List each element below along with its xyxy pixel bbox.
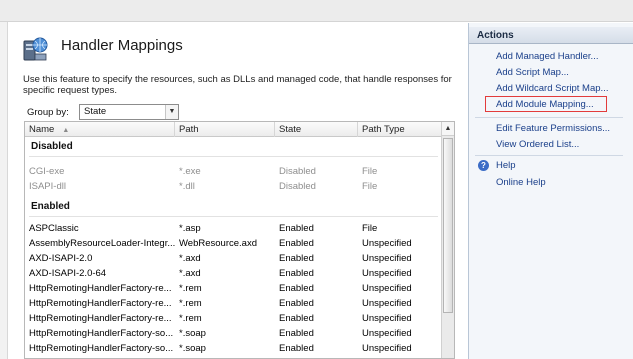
cell-path: *.dll xyxy=(179,181,195,192)
add-script-map-link[interactable]: Add Script Map... xyxy=(496,67,569,78)
view-ordered-list-link[interactable]: View Ordered List... xyxy=(496,139,579,150)
cell-name: HttpRemotingHandlerFactory-so... xyxy=(29,328,174,339)
cell-name: HttpRemotingHandlerFactory-re... xyxy=(29,298,172,309)
cell-path: *.soap xyxy=(179,343,206,354)
cell-path: *.exe xyxy=(179,166,201,177)
cell-name: CGI-exe xyxy=(29,166,65,177)
cell-path-type: File xyxy=(362,166,378,177)
actions-pane: Actions Add Managed Handler... Add Scrip… xyxy=(468,23,633,359)
cell-state: Enabled xyxy=(279,328,314,339)
add-wildcard-script-map-link[interactable]: Add Wildcard Script Map... xyxy=(496,83,608,94)
handler-mappings-grid: Name ▲ Path State Path Type Disabled CGI-… xyxy=(24,121,455,359)
table-row[interactable]: AssemblyResourceLoader-Integr... WebReso… xyxy=(25,236,442,251)
column-header-name[interactable]: Name ▲ xyxy=(25,122,175,137)
cell-path: WebResource.axd xyxy=(179,238,257,249)
cell-name: ISAPI-dll xyxy=(29,181,66,192)
grid-header: Name ▲ Path State Path Type xyxy=(25,122,442,137)
cell-name: ASPClassic xyxy=(29,223,79,234)
top-strip xyxy=(0,0,633,22)
cell-name: AssemblyResourceLoader-Integr... xyxy=(29,238,175,249)
cell-path-type: Unspecified xyxy=(362,238,412,249)
actions-separator xyxy=(475,155,623,156)
cell-state: Enabled xyxy=(279,223,314,234)
cell-state: Disabled xyxy=(279,181,316,192)
cell-state: Enabled xyxy=(279,313,314,324)
cell-name: HttpRemotingHandlerFactory-re... xyxy=(29,283,172,294)
cell-path-type: File xyxy=(362,181,378,192)
edit-feature-permissions-link[interactable]: Edit Feature Permissions... xyxy=(496,123,610,134)
scrollbar-thumb[interactable] xyxy=(443,138,453,313)
cell-path-type: Unspecified xyxy=(362,328,412,339)
cell-path-type: Unspecified xyxy=(362,268,412,279)
table-row[interactable]: AXD-ISAPI-2.0 *.axd Enabled Unspecified xyxy=(25,251,442,266)
iis-manager-window: Handler Mappings Use this feature to spe… xyxy=(0,0,633,359)
table-row[interactable]: HttpRemotingHandlerFactory-so... *.soap … xyxy=(25,326,442,341)
table-row[interactable]: HttpRemotingHandlerFactory-re... *.rem E… xyxy=(25,311,442,326)
cell-path-type: Unspecified xyxy=(362,343,412,354)
server-globe-icon xyxy=(21,35,49,63)
group-header-disabled[interactable]: Disabled xyxy=(25,137,442,157)
actions-header: Actions xyxy=(469,27,633,44)
cell-state: Enabled xyxy=(279,253,314,264)
group-divider xyxy=(29,156,438,157)
feature-pane: Handler Mappings Use this feature to spe… xyxy=(9,23,464,359)
page-description: Use this feature to specify the resource… xyxy=(23,74,452,96)
add-module-mapping-link[interactable]: Add Module Mapping... xyxy=(496,99,594,110)
cell-path-type: Unspecified xyxy=(362,313,412,324)
cell-name: AXD-ISAPI-2.0-64 xyxy=(29,268,107,279)
table-row[interactable]: ISAPI-dll *.dll Disabled File xyxy=(25,179,442,194)
table-row[interactable]: HttpRemotingHandlerFactory-so... *.soap … xyxy=(25,341,442,356)
group-by-value: State xyxy=(84,106,107,117)
group-divider xyxy=(29,216,438,217)
group-header-enabled[interactable]: Enabled xyxy=(25,197,442,217)
cell-path: *.rem xyxy=(179,283,202,294)
cell-state: Enabled xyxy=(279,343,314,354)
chevron-down-icon[interactable]: ▼ xyxy=(165,105,178,119)
cell-path-type: Unspecified xyxy=(362,298,412,309)
cell-path-type: Unspecified xyxy=(362,283,412,294)
cell-path-type: Unspecified xyxy=(362,253,412,264)
grid-body: Disabled CGI-exe *.exe Disabled File ISA… xyxy=(25,137,442,358)
cell-name: HttpRemotingHandlerFactory-so... xyxy=(29,343,174,354)
group-by-label: Group by: xyxy=(27,107,69,118)
group-by-select[interactable]: State ▼ xyxy=(79,104,179,120)
column-header-path[interactable]: Path xyxy=(175,122,275,137)
cell-path: *.rem xyxy=(179,298,202,309)
cell-state: Enabled xyxy=(279,298,314,309)
cell-name: HttpRemotingHandlerFactory-re... xyxy=(29,313,172,324)
page-title: Handler Mappings xyxy=(61,37,183,54)
actions-separator xyxy=(475,117,623,118)
cell-path: *.axd xyxy=(179,268,201,279)
cell-path: *.rem xyxy=(179,313,202,324)
cell-name: AXD-ISAPI-2.0 xyxy=(29,253,93,264)
scroll-up-arrow-icon[interactable]: ▲ xyxy=(442,122,454,136)
help-icon[interactable]: ? xyxy=(478,160,489,171)
cell-path: *.asp xyxy=(179,223,201,234)
cell-state: Enabled xyxy=(279,283,314,294)
vertical-scrollbar[interactable]: ▲ xyxy=(441,122,454,358)
cell-state: Disabled xyxy=(279,166,316,177)
table-row[interactable]: CGI-exe *.exe Disabled File xyxy=(25,164,442,179)
left-pane-edge xyxy=(0,22,8,359)
column-header-path-type[interactable]: Path Type xyxy=(358,122,442,137)
cell-path: *.soap xyxy=(179,328,206,339)
add-managed-handler-link[interactable]: Add Managed Handler... xyxy=(496,51,598,62)
cell-path-type: File xyxy=(362,223,378,234)
table-row[interactable]: AXD-ISAPI-2.0-64 *.axd Enabled Unspecifi… xyxy=(25,266,442,281)
cell-state: Enabled xyxy=(279,268,314,279)
cell-state: Enabled xyxy=(279,238,314,249)
column-header-state[interactable]: State xyxy=(275,122,358,137)
table-row[interactable]: ASPClassic *.asp Enabled File xyxy=(25,221,442,236)
table-row[interactable]: HttpRemotingHandlerFactory-re... *.rem E… xyxy=(25,296,442,311)
sort-ascending-icon: ▲ xyxy=(62,127,70,134)
table-row[interactable]: HttpRemotingHandlerFactory-re... *.rem E… xyxy=(25,281,442,296)
online-help-link[interactable]: Online Help xyxy=(496,177,546,188)
help-link[interactable]: Help xyxy=(496,160,516,171)
cell-path: *.axd xyxy=(179,253,201,264)
